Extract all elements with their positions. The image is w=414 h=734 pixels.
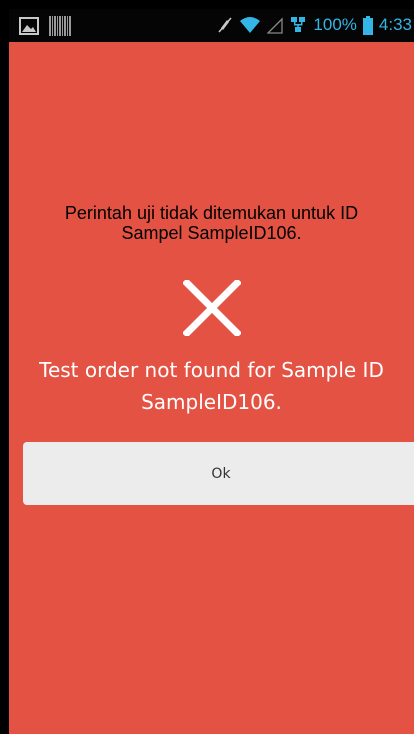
ok-button[interactable]: Ok [23,442,414,505]
barcode-icon [49,16,71,36]
gallery-icon [19,17,39,35]
clock: 4:33 [378,15,412,34]
wifi-icon [240,17,261,33]
network-icon [291,17,306,32]
phone-frame: 100% 4:33 Perintah uji tidak ditemukan u… [0,0,414,734]
error-screen: Perintah uji tidak ditemukan untuk ID Sa… [9,42,414,734]
signal-icon [267,17,284,34]
close-icon [183,280,241,336]
mute-icon [218,17,232,33]
battery-icon [362,15,373,35]
battery-percent: 100% [313,15,357,34]
status-bar: 100% 4:33 [9,9,414,42]
error-message-en: Test order not found for Sample ID Sampl… [39,358,384,414]
error-message-local: Perintah uji tidak ditemukan untuk ID Sa… [64,203,359,243]
